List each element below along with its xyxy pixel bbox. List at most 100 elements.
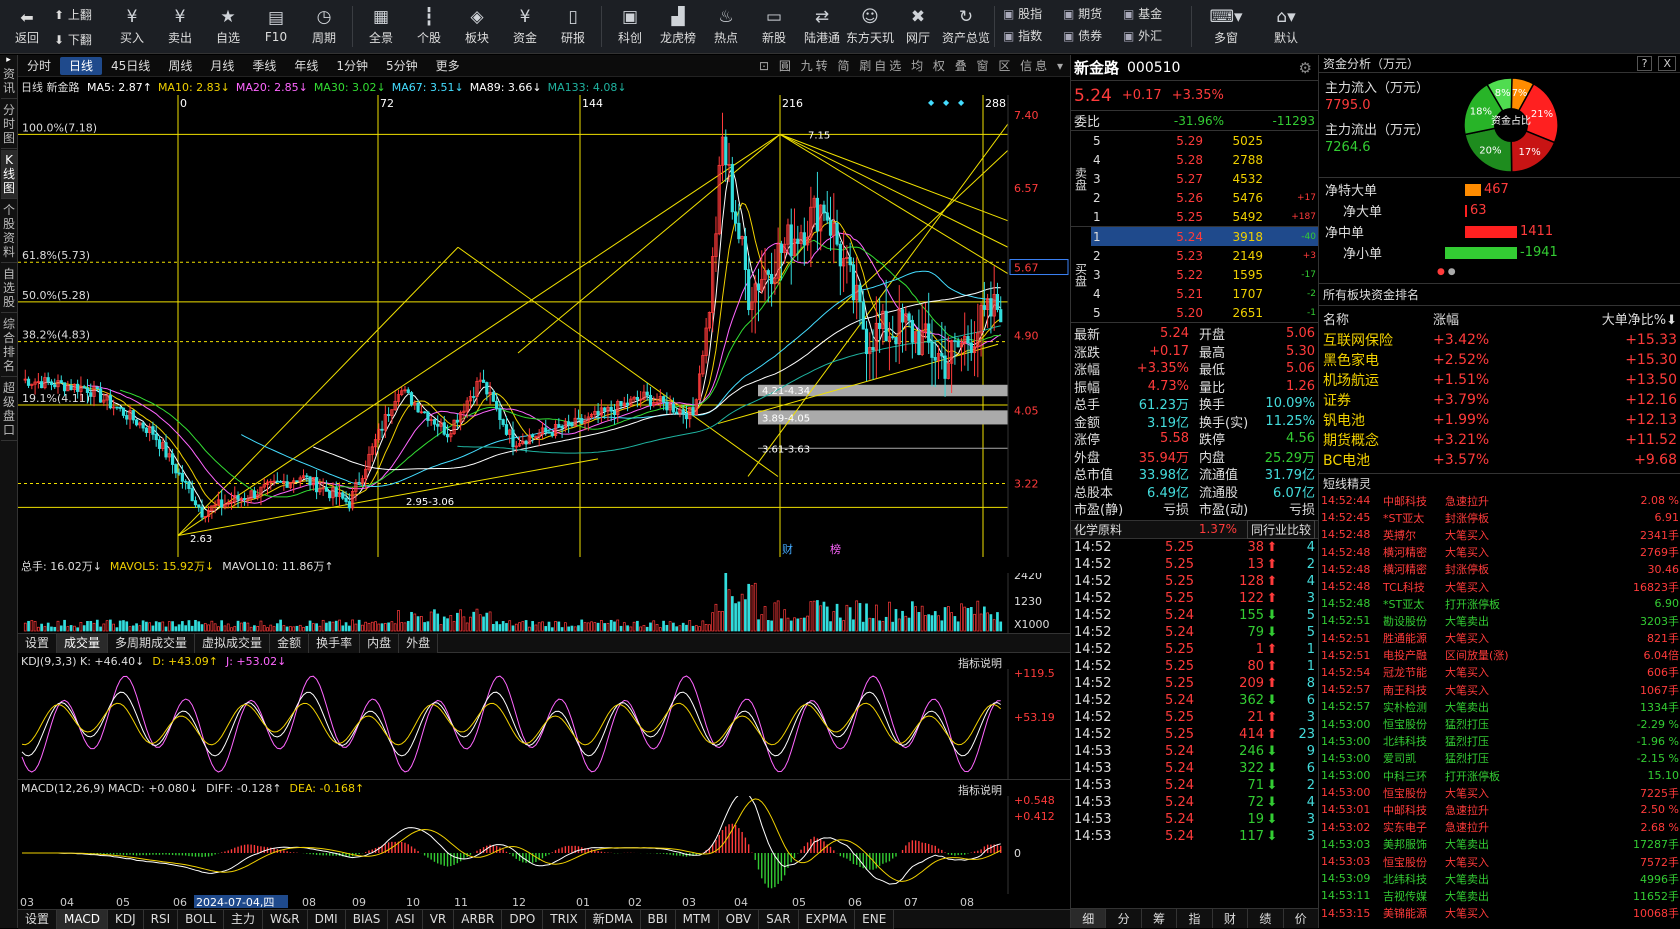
period-tab-9[interactable]: 更多 bbox=[427, 57, 469, 75]
sector-rank-row[interactable]: BC电池 +3.57% +9.68 bbox=[1323, 450, 1677, 470]
period-tab-6[interactable]: 年线 bbox=[285, 57, 327, 75]
volume-chart[interactable]: 2420 1230 X1000 bbox=[18, 573, 1070, 633]
quote-tab-0[interactable]: 细 bbox=[1071, 909, 1107, 928]
sector-rank-row[interactable]: 互联网保险 +3.42% +15.33 bbox=[1323, 330, 1677, 350]
futures-link[interactable]: 期货 bbox=[1063, 5, 1123, 27]
spirit-row[interactable]: 14:53:00 北纬科技 猛烈打压 -1.96 % bbox=[1321, 733, 1679, 750]
tab-2[interactable]: 多周期成交量 bbox=[108, 634, 196, 653]
toolbar-button-star[interactable]: ★ 自选 bbox=[204, 0, 252, 53]
order-level[interactable]: 3 5.27 4532 bbox=[1091, 169, 1318, 188]
spirit-row[interactable]: 14:52:57 南王科技 大笔买入 1067手 bbox=[1321, 681, 1679, 698]
close-icon[interactable]: X bbox=[1658, 56, 1676, 71]
multiwindow-button[interactable]: ⌨▾ 多窗 bbox=[1196, 0, 1256, 53]
tab-2[interactable]: KDJ bbox=[108, 910, 144, 929]
tab-3[interactable]: 虚拟成交量 bbox=[195, 634, 271, 653]
quote-tab-1[interactable]: 分 bbox=[1106, 909, 1142, 928]
order-level[interactable]: 1 5.25 5492 +187 bbox=[1091, 207, 1318, 226]
toolbar-button-report[interactable]: ▯ 研报 bbox=[549, 0, 597, 53]
col-net-ratio[interactable]: 大单净比%⬇ bbox=[1523, 309, 1677, 328]
vtab-4[interactable]: 自选股 bbox=[1, 264, 17, 313]
sector-rank-row[interactable]: 黑色家电 +2.52% +15.30 bbox=[1323, 350, 1677, 370]
toolbar-button-money[interactable]: ¥ 资金 bbox=[501, 0, 549, 53]
tab-10[interactable]: VR bbox=[422, 910, 455, 929]
spirit-row[interactable]: 14:53:15 美锦能源 大笔买入 10068手 bbox=[1321, 905, 1679, 922]
spirit-row[interactable]: 14:52:48 横河精密 封涨停板 30.46 bbox=[1321, 561, 1679, 578]
period-tab-2[interactable]: 45日线 bbox=[102, 57, 159, 75]
macd-chart[interactable]: +0.548 +0.412 0 bbox=[18, 796, 1070, 894]
spirit-row[interactable]: 14:52:54 冠龙节能 大笔买入 606手 bbox=[1321, 664, 1679, 681]
spirit-row[interactable]: 14:52:51 胜通能源 大笔买入 821手 bbox=[1321, 630, 1679, 647]
stock-index-link[interactable]: 股指 bbox=[1003, 5, 1063, 27]
tab-1[interactable]: MACD bbox=[57, 910, 108, 929]
fund-link[interactable]: 基金 bbox=[1123, 5, 1183, 27]
spirit-row[interactable]: 14:53:09 北纬科技 大笔卖出 4996手 bbox=[1321, 870, 1679, 887]
toolbar-button-candle[interactable]: ┇ 个股 bbox=[405, 0, 453, 53]
quote-tab-5[interactable]: 绩 bbox=[1248, 909, 1284, 928]
toolbar-button-robot[interactable]: ☺ 东方天玑 bbox=[846, 0, 894, 53]
period-tab-8[interactable]: 5分钟 bbox=[377, 57, 427, 75]
period-tab-1[interactable]: 日线 bbox=[60, 56, 103, 75]
vtab-6[interactable]: 超级盘口 bbox=[1, 378, 17, 441]
quote-tab-2[interactable]: 筹 bbox=[1142, 909, 1178, 928]
order-level[interactable]: 2 5.26 5476 +17 bbox=[1091, 188, 1318, 207]
toolbar-button-flame[interactable]: ♨ 热点 bbox=[702, 0, 750, 53]
back-button[interactable]: ⬅ 返回 bbox=[15, 8, 39, 46]
index-link[interactable]: 指数 bbox=[1003, 27, 1063, 49]
tab-0[interactable]: 设置 bbox=[18, 910, 58, 929]
spirit-row[interactable]: 14:52:48 横河精密 大笔买入 2769手 bbox=[1321, 544, 1679, 561]
kdj-chart[interactable]: +119.5 +53.19 bbox=[18, 669, 1070, 779]
quote-tab-6[interactable]: 价 bbox=[1284, 909, 1319, 928]
period-tab-3[interactable]: 周线 bbox=[159, 57, 201, 75]
tab-12[interactable]: DPO bbox=[502, 910, 544, 929]
spirit-row[interactable]: 14:53:00 爱司凯 猛烈打压 -2.15 % bbox=[1321, 750, 1679, 767]
sector-name[interactable]: 化学原料 bbox=[1074, 521, 1122, 538]
toolbar-button-barchart[interactable]: ▟ 龙虎榜 bbox=[654, 0, 702, 53]
toolbar-button-ipo[interactable]: ▭ 新股 bbox=[750, 0, 798, 53]
sector-rank-row[interactable]: 机场航运 +1.51% +13.50 bbox=[1323, 370, 1677, 390]
tab-0[interactable]: 设置 bbox=[18, 634, 58, 653]
tab-18[interactable]: SAR bbox=[759, 910, 799, 929]
vtab-3[interactable]: 个股资料 bbox=[1, 200, 17, 263]
toolbar-button-layers[interactable]: ◈ 板块 bbox=[453, 0, 501, 53]
tab-4[interactable]: 金额 bbox=[270, 634, 310, 653]
industry-compare-button[interactable]: 同行业比较 bbox=[1246, 519, 1315, 539]
page-dots[interactable]: ● ● bbox=[1437, 267, 1456, 277]
page-down-button[interactable]: ⬇ 下翻 bbox=[54, 31, 108, 48]
vtab-1[interactable]: 分时图 bbox=[1, 100, 17, 149]
spirit-row[interactable]: 14:52:48 *ST亚太 打开涨停板 6.90 bbox=[1321, 595, 1679, 612]
sector-rank-row[interactable]: 证券 +3.79% +12.16 bbox=[1323, 390, 1677, 410]
sector-rank-row[interactable]: 期货概念 +3.21% +11.52 bbox=[1323, 430, 1677, 450]
spirit-row[interactable]: 14:52:57 实朴检测 大笔卖出 1334手 bbox=[1321, 698, 1679, 715]
spirit-row[interactable]: 14:53:02 实东电子 急速拉升 2.68 % bbox=[1321, 819, 1679, 836]
vtab-2[interactable]: K线图 bbox=[1, 150, 17, 199]
collapse-icon[interactable]: ▸ bbox=[0, 55, 17, 65]
spirit-row[interactable]: 14:53:11 吉视传媒 大笔卖出 11652手 bbox=[1321, 887, 1679, 904]
toolbar-button-sell[interactable]: ¥ 卖出 bbox=[156, 0, 204, 53]
spirit-row[interactable]: 14:53:01 中邮科技 急速拉升 2.50 % bbox=[1321, 801, 1679, 818]
vtab-5[interactable]: 综合排名 bbox=[1, 314, 17, 377]
toolbar-button-buy[interactable]: ¥ 买入 bbox=[108, 0, 156, 53]
spirit-row[interactable]: 14:52:44 中邮科技 急速拉升 2.08 % bbox=[1321, 492, 1679, 509]
kline-chart[interactable]: 100.0%(7.18) 61.8%(5.73) 50.0%(5.28) 38.2%(… bbox=[18, 95, 1070, 557]
period-tab-4[interactable]: 月线 bbox=[201, 57, 243, 75]
page-up-button[interactable]: ⬆ 上翻 bbox=[54, 6, 108, 23]
default-layout-button[interactable]: ⌂▾ 默认 bbox=[1256, 0, 1316, 53]
spirit-row[interactable]: 14:52:51 电投产融 区间放量(涨) 6.04倍 bbox=[1321, 647, 1679, 664]
quote-tab-4[interactable]: 财 bbox=[1213, 909, 1249, 928]
order-level[interactable]: 5 5.29 5025 bbox=[1091, 131, 1318, 150]
sector-rank-row[interactable]: 钒电池 +1.99% +12.13 bbox=[1323, 410, 1677, 430]
tab-11[interactable]: ARBR bbox=[454, 910, 503, 929]
period-tab-0[interactable]: 分时 bbox=[18, 57, 60, 75]
tab-17[interactable]: OBV bbox=[718, 910, 760, 929]
spirit-row[interactable]: 14:53:00 中科三环 打开涨停板 15.10 bbox=[1321, 767, 1679, 784]
tab-14[interactable]: 新DMA bbox=[585, 910, 641, 929]
tab-5[interactable]: 主力 bbox=[224, 910, 264, 929]
order-level[interactable]: 1 5.24 3918 -40 bbox=[1091, 227, 1318, 246]
spirit-row[interactable]: 14:52:51 勘设股份 大笔卖出 3203手 bbox=[1321, 612, 1679, 629]
bond-link[interactable]: 债券 bbox=[1063, 27, 1123, 49]
tab-1[interactable]: 成交量 bbox=[57, 634, 109, 653]
period-tab-7[interactable]: 1分钟 bbox=[327, 57, 377, 75]
tab-19[interactable]: EXPMA bbox=[798, 910, 856, 929]
help-icon[interactable]: ? bbox=[1636, 56, 1653, 71]
col-name[interactable]: 名称 bbox=[1323, 309, 1433, 328]
